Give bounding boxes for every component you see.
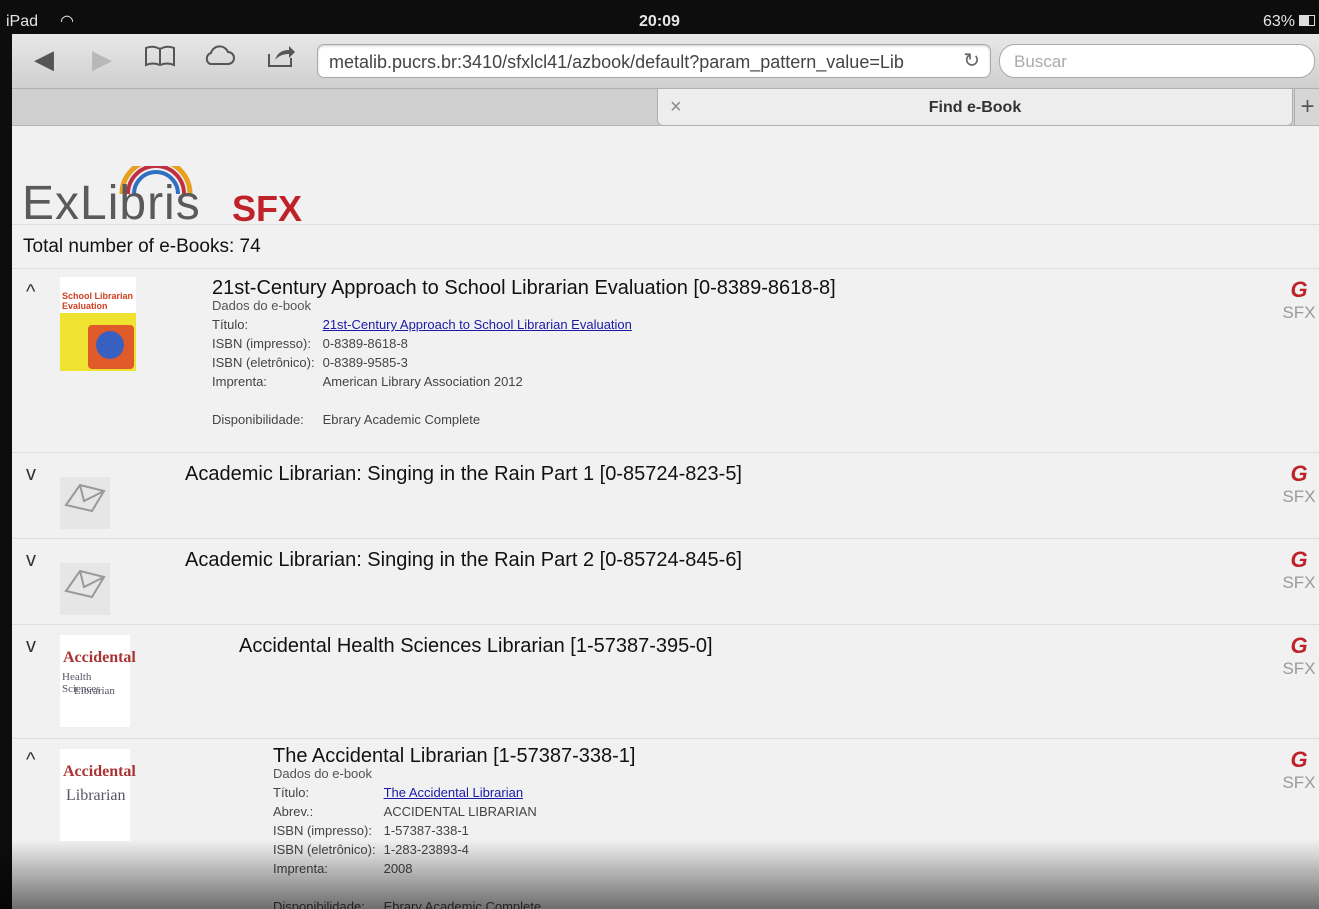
search-field[interactable]: Buscar	[999, 44, 1315, 78]
generic-book-icon	[60, 563, 110, 615]
ebook-details: Dados do e-book Título: 21st-Century Appr…	[212, 298, 632, 431]
sfx-logo-icon: G	[1290, 277, 1308, 302]
share-icon[interactable]	[266, 44, 296, 74]
reload-icon[interactable]: ↻	[963, 48, 980, 73]
clock: 20:09	[639, 13, 680, 30]
battery-icon	[1299, 15, 1315, 26]
book-title[interactable]: Academic Librarian: Singing in the Rain …	[185, 463, 742, 486]
icloud-tabs-icon[interactable]	[202, 44, 236, 74]
sfx-logo-icon: G	[1290, 747, 1308, 772]
total-ebooks-count: Total number of e-Books: 74	[23, 236, 261, 257]
page-content: ExLibris SFX Total number of e-Books: 74…	[12, 126, 1319, 909]
details-header: Dados do e-book	[273, 766, 373, 781]
sfx-link-button[interactable]: G SFX	[1279, 547, 1319, 593]
sfx-logo-icon: G	[1290, 547, 1308, 572]
battery-level: 63%	[1262, 13, 1295, 30]
address-bar[interactable]: metalib.pucrs.br:3410/sfxlcl41/azbook/de…	[317, 44, 991, 78]
sfx-logo-icon: G	[1290, 461, 1308, 486]
url-text[interactable]: metalib.pucrs.br:3410/sfxlcl41/azbook/de…	[329, 52, 949, 73]
bookmarks-icon[interactable]	[144, 44, 176, 74]
expand-chevron-icon[interactable]: v	[26, 463, 36, 486]
forward-arrow-icon[interactable]: ▶	[92, 44, 112, 74]
book-cover-image: Accidental Librarian	[60, 749, 136, 841]
collapse-chevron-icon[interactable]: ^	[26, 281, 35, 304]
details-table: Título: 21st-Century Approach to School L…	[212, 317, 632, 427]
list-item: v Accidental Health Sciences Librarian A…	[12, 625, 1319, 739]
collapse-chevron-icon[interactable]: ^	[26, 749, 35, 772]
exlibris-wordmark: ExLibris	[22, 177, 201, 230]
details-header: Dados do e-book	[212, 298, 312, 313]
sfx-link-button[interactable]: G SFX	[1279, 747, 1319, 793]
tab-bar: × Find e-Book +	[12, 89, 1319, 126]
generic-book-icon	[60, 477, 110, 529]
divider	[12, 224, 1319, 225]
exlibris-sfx-logo: ExLibris SFX	[22, 148, 342, 230]
sfx-link-button[interactable]: G SFX	[1279, 277, 1319, 323]
new-tab-button[interactable]: +	[1294, 89, 1319, 125]
book-title[interactable]: Academic Librarian: Singing in the Rain …	[185, 549, 742, 572]
list-item: v Academic Librarian: Singing in the Rai…	[12, 453, 1319, 539]
ebook-details: Dados do e-book Título: The Accidental Li…	[273, 766, 541, 909]
book-cover-image: Accidental Health Sciences Librarian	[60, 635, 136, 727]
list-item: ^ School Librarian Evaluation 21st-Centu…	[12, 269, 1319, 453]
book-cover-image: School Librarian Evaluation	[60, 277, 136, 371]
details-table: Título: The Accidental Librarian Abrev.: A…	[273, 785, 542, 909]
browser-window: ◀ ▶ metalib.pucrs.br:3410/sfxlcl41/azboo…	[12, 34, 1319, 909]
tab-title: Find e-Book	[928, 99, 1022, 116]
browser-toolbar: ◀ ▶ metalib.pucrs.br:3410/sfxlcl41/azboo…	[12, 34, 1319, 89]
cover-title: School Librarian Evaluation	[62, 291, 134, 311]
expand-chevron-icon[interactable]: v	[26, 635, 36, 658]
sfx-link-button[interactable]: G SFX	[1279, 633, 1319, 679]
expand-chevron-icon[interactable]: v	[26, 549, 36, 572]
sfx-logo-icon: G	[1290, 633, 1308, 658]
title-link[interactable]: The Accidental Librarian	[384, 785, 523, 800]
book-title[interactable]: 21st-Century Approach to School Libraria…	[212, 277, 836, 300]
list-item: ^ Accidental Librarian The Accidental Li…	[12, 739, 1319, 909]
status-bar: iPad ◠ 20:09 63%	[0, 0, 1319, 34]
back-arrow-icon[interactable]: ◀	[34, 44, 54, 74]
book-title[interactable]: The Accidental Librarian [1-57387-338-1]	[273, 745, 635, 768]
tab-find-ebook[interactable]: × Find e-Book	[657, 89, 1293, 126]
book-title[interactable]: Accidental Health Sciences Librarian [1-…	[239, 635, 713, 658]
list-item: v Academic Librarian: Singing in the Rai…	[12, 539, 1319, 625]
title-link[interactable]: 21st-Century Approach to School Libraria…	[323, 317, 632, 332]
search-placeholder: Buscar	[1014, 52, 1067, 71]
sfx-link-button[interactable]: G SFX	[1279, 461, 1319, 507]
